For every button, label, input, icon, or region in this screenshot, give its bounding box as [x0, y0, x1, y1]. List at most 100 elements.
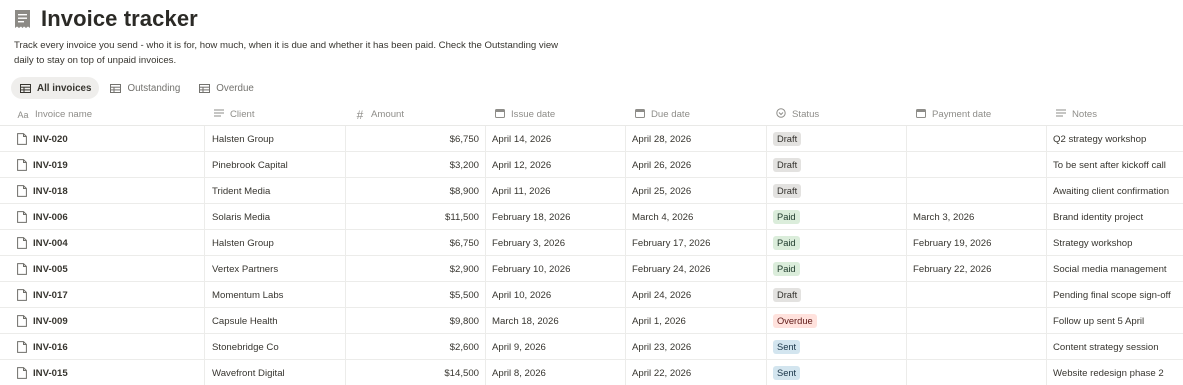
- due-date-cell[interactable]: April 23, 2026: [626, 334, 767, 360]
- invoice-name-cell[interactable]: INV-018: [0, 178, 205, 204]
- invoice-name[interactable]: INV-019: [33, 160, 68, 171]
- due-date-cell[interactable]: April 26, 2026: [626, 152, 767, 178]
- client-cell[interactable]: Halsten Group: [205, 126, 346, 152]
- client-cell[interactable]: Capsule Health: [205, 308, 346, 334]
- payment-date-cell[interactable]: [907, 282, 1047, 308]
- notes-cell[interactable]: Strategy workshop: [1047, 230, 1183, 256]
- client-cell[interactable]: Vertex Partners: [205, 256, 346, 282]
- amount-cell[interactable]: $14,500: [346, 360, 486, 385]
- issue-date-cell[interactable]: April 9, 2026: [486, 334, 626, 360]
- due-date-cell[interactable]: April 1, 2026: [626, 308, 767, 334]
- amount-cell[interactable]: $2,900: [346, 256, 486, 282]
- notes-cell[interactable]: Social media management: [1047, 256, 1183, 282]
- invoice-name[interactable]: INV-006: [33, 212, 68, 223]
- due-date-cell[interactable]: March 4, 2026: [626, 204, 767, 230]
- invoice-name-cell[interactable]: INV-006: [0, 204, 205, 230]
- client-cell[interactable]: Pinebrook Capital: [205, 152, 346, 178]
- due-date-cell[interactable]: February 24, 2026: [626, 256, 767, 282]
- issue-date-cell[interactable]: February 10, 2026: [486, 256, 626, 282]
- notes-cell[interactable]: Brand identity project: [1047, 204, 1183, 230]
- issue-date-cell[interactable]: April 11, 2026: [486, 178, 626, 204]
- table-row[interactable]: INV-017 Momentum Labs $5,500 April 10, 2026…: [0, 282, 1183, 308]
- table-row[interactable]: INV-019 Pinebrook Capital $3,200 April 12, …: [0, 152, 1183, 178]
- column-header-due-date[interactable]: Due date: [626, 104, 767, 126]
- payment-date-cell[interactable]: February 22, 2026: [907, 256, 1047, 282]
- invoice-name[interactable]: INV-017: [33, 290, 68, 301]
- invoice-name[interactable]: INV-020: [33, 134, 68, 145]
- status-cell[interactable]: Overdue: [767, 308, 907, 334]
- client-cell[interactable]: Wavefront Digital: [205, 360, 346, 385]
- payment-date-cell[interactable]: February 19, 2026: [907, 230, 1047, 256]
- amount-cell[interactable]: $8,900: [346, 178, 486, 204]
- payment-date-cell[interactable]: [907, 126, 1047, 152]
- table-row[interactable]: INV-016 Stonebridge Co $2,600 April 9, 2026…: [0, 334, 1183, 360]
- notes-cell[interactable]: Q2 strategy workshop: [1047, 126, 1183, 152]
- notes-cell[interactable]: Website redesign phase 2: [1047, 360, 1183, 385]
- invoice-name-cell[interactable]: INV-015: [0, 360, 205, 385]
- due-date-cell[interactable]: April 25, 2026: [626, 178, 767, 204]
- payment-date-cell[interactable]: [907, 334, 1047, 360]
- table-row[interactable]: INV-020 Halsten Group $6,750 April 14, 2026…: [0, 126, 1183, 152]
- client-cell[interactable]: Halsten Group: [205, 230, 346, 256]
- status-cell[interactable]: Draft: [767, 282, 907, 308]
- due-date-cell[interactable]: February 17, 2026: [626, 230, 767, 256]
- column-header-amount[interactable]: # Amount: [346, 104, 486, 126]
- invoice-name-cell[interactable]: INV-019: [0, 152, 205, 178]
- invoice-name-cell[interactable]: INV-020: [0, 126, 205, 152]
- invoice-name[interactable]: INV-018: [33, 186, 68, 197]
- payment-date-cell[interactable]: [907, 178, 1047, 204]
- amount-cell[interactable]: $3,200: [346, 152, 486, 178]
- table-row[interactable]: INV-004 Halsten Group $6,750 February 3, 20…: [0, 230, 1183, 256]
- column-header-client[interactable]: Client: [205, 104, 346, 126]
- payment-date-cell[interactable]: [907, 360, 1047, 385]
- tab-overdue[interactable]: Overdue: [190, 77, 262, 99]
- invoice-name[interactable]: INV-004: [33, 238, 68, 249]
- invoice-name-cell[interactable]: INV-017: [0, 282, 205, 308]
- due-date-cell[interactable]: April 24, 2026: [626, 282, 767, 308]
- issue-date-cell[interactable]: April 8, 2026: [486, 360, 626, 385]
- invoice-name-cell[interactable]: INV-016: [0, 334, 205, 360]
- status-cell[interactable]: Paid: [767, 256, 907, 282]
- client-cell[interactable]: Solaris Media: [205, 204, 346, 230]
- column-header-name[interactable]: Aa Invoice name: [0, 104, 205, 126]
- payment-date-cell[interactable]: [907, 152, 1047, 178]
- amount-cell[interactable]: $6,750: [346, 230, 486, 256]
- table-row[interactable]: INV-018 Trident Media $8,900 April 11, 2026…: [0, 178, 1183, 204]
- invoice-name-cell[interactable]: INV-005: [0, 256, 205, 282]
- invoice-name[interactable]: INV-009: [33, 316, 68, 327]
- column-header-issue-date[interactable]: Issue date: [486, 104, 626, 126]
- client-cell[interactable]: Stonebridge Co: [205, 334, 346, 360]
- notes-cell[interactable]: Follow up sent 5 April: [1047, 308, 1183, 334]
- tab-all-invoices[interactable]: All invoices: [11, 77, 100, 99]
- due-date-cell[interactable]: April 22, 2026: [626, 360, 767, 385]
- status-cell[interactable]: Draft: [767, 126, 907, 152]
- invoice-name-cell[interactable]: INV-004: [0, 230, 205, 256]
- amount-cell[interactable]: $6,750: [346, 126, 486, 152]
- notes-cell[interactable]: Pending final scope sign-off: [1047, 282, 1183, 308]
- issue-date-cell[interactable]: April 12, 2026: [486, 152, 626, 178]
- amount-cell[interactable]: $2,600: [346, 334, 486, 360]
- invoice-name[interactable]: INV-016: [33, 342, 68, 353]
- issue-date-cell[interactable]: February 18, 2026: [486, 204, 626, 230]
- due-date-cell[interactable]: April 28, 2026: [626, 126, 767, 152]
- status-cell[interactable]: Sent: [767, 334, 907, 360]
- amount-cell[interactable]: $9,800: [346, 308, 486, 334]
- invoice-name-cell[interactable]: INV-009: [0, 308, 205, 334]
- invoice-name[interactable]: INV-005: [33, 264, 68, 275]
- table-row[interactable]: INV-015 Wavefront Digital $14,500 April 8, …: [0, 360, 1183, 385]
- issue-date-cell[interactable]: February 3, 2026: [486, 230, 626, 256]
- status-cell[interactable]: Paid: [767, 230, 907, 256]
- issue-date-cell[interactable]: April 10, 2026: [486, 282, 626, 308]
- amount-cell[interactable]: $5,500: [346, 282, 486, 308]
- column-header-payment-date[interactable]: Payment date: [907, 104, 1047, 126]
- column-header-status[interactable]: Status: [767, 104, 907, 126]
- amount-cell[interactable]: $11,500: [346, 204, 486, 230]
- client-cell[interactable]: Trident Media: [205, 178, 346, 204]
- invoice-name[interactable]: INV-015: [33, 368, 68, 379]
- issue-date-cell[interactable]: April 14, 2026: [486, 126, 626, 152]
- client-cell[interactable]: Momentum Labs: [205, 282, 346, 308]
- table-row[interactable]: INV-005 Vertex Partners $2,900 February 10,…: [0, 256, 1183, 282]
- status-cell[interactable]: Sent: [767, 360, 907, 385]
- table-row[interactable]: INV-009 Capsule Health $9,800 March 18, 202…: [0, 308, 1183, 334]
- status-cell[interactable]: Paid: [767, 204, 907, 230]
